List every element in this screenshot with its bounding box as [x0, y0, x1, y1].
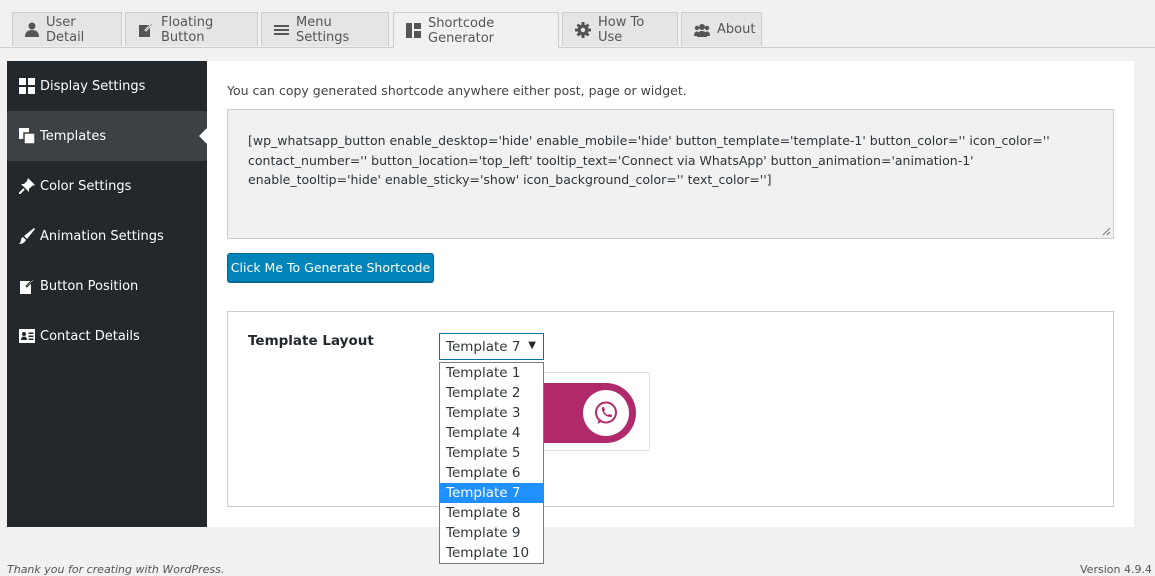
- grid-icon: [19, 78, 35, 94]
- option-template-6[interactable]: Template 6: [440, 463, 543, 483]
- tab-about[interactable]: About: [681, 12, 762, 46]
- sidebar: Display Settings Templates Color Setting…: [7, 61, 207, 527]
- sidebar-item-contact-details[interactable]: Contact Details: [7, 311, 207, 361]
- tab-shortcode-generator[interactable]: Shortcode Generator: [393, 12, 559, 48]
- users-icon: [694, 23, 710, 37]
- pin-icon: [19, 178, 35, 194]
- tab-label: Menu Settings: [296, 14, 350, 45]
- top-tab-bar: User Detail Floating Button Menu Setting…: [0, 0, 1155, 48]
- tab-label: Shortcode Generator: [428, 15, 495, 46]
- resize-grip-icon[interactable]: [1102, 227, 1111, 236]
- tab-label: How To Use: [598, 14, 645, 45]
- option-template-5[interactable]: Template 5: [440, 443, 543, 463]
- main-panel: You can copy generated shortcode anywher…: [207, 61, 1134, 527]
- sidebar-item-color-settings[interactable]: Color Settings: [7, 161, 207, 211]
- select-value: Template 7: [446, 338, 521, 355]
- copy-icon: [19, 128, 35, 144]
- sidebar-item-label: Contact Details: [40, 328, 140, 344]
- option-template-2[interactable]: Template 2: [440, 383, 543, 403]
- whatsapp-icon: [583, 390, 629, 436]
- template-layout-section: Template Layout PP: [227, 311, 1114, 507]
- sidebar-item-label: Animation Settings: [40, 228, 164, 244]
- tab-floating-button[interactable]: Floating Button: [125, 12, 258, 46]
- generate-shortcode-button[interactable]: Click Me To Generate Shortcode: [227, 253, 434, 282]
- option-template-8[interactable]: Template 8: [440, 503, 543, 523]
- tab-label: User Detail: [46, 14, 85, 45]
- option-template-3[interactable]: Template 3: [440, 403, 543, 423]
- gear-icon: [575, 21, 591, 38]
- option-template-4[interactable]: Template 4: [440, 423, 543, 443]
- template-options-list: Template 1 Template 2 Template 3 Templat…: [439, 362, 544, 564]
- user-icon: [25, 22, 39, 37]
- option-template-7[interactable]: Template 7: [440, 483, 543, 503]
- option-template-1[interactable]: Template 1: [440, 363, 543, 383]
- sidebar-item-button-position[interactable]: Button Position: [7, 261, 207, 311]
- id-card-icon: [19, 329, 35, 343]
- shortcode-textarea[interactable]: [wp_whatsapp_button enable_desktop='hide…: [227, 109, 1114, 239]
- brush-icon: [19, 228, 35, 244]
- sidebar-item-display-settings[interactable]: Display Settings: [7, 61, 207, 111]
- shortcode-text: [wp_whatsapp_button enable_desktop='hide…: [248, 133, 1050, 187]
- tab-label: Floating Button: [161, 14, 214, 45]
- template-select[interactable]: Template 7 ▼: [439, 333, 544, 360]
- menu-icon: [274, 24, 289, 36]
- sidebar-item-animation-settings[interactable]: Animation Settings: [7, 211, 207, 261]
- layout-icon: [406, 23, 421, 38]
- template-layout-label: Template Layout: [248, 333, 374, 349]
- edit-icon: [138, 21, 154, 38]
- intro-text: You can copy generated shortcode anywher…: [227, 83, 687, 98]
- sidebar-item-templates[interactable]: Templates: [7, 111, 207, 161]
- edit-icon: [19, 278, 35, 294]
- tab-how-to-use[interactable]: How To Use: [562, 12, 678, 46]
- tab-label: About: [717, 22, 756, 37]
- option-template-9[interactable]: Template 9: [440, 523, 543, 543]
- sidebar-item-label: Color Settings: [40, 178, 132, 194]
- sidebar-item-label: Display Settings: [40, 78, 146, 94]
- option-template-10[interactable]: Template 10: [440, 543, 543, 563]
- sidebar-item-label: Templates: [40, 128, 107, 144]
- caret-down-icon: ▼: [528, 340, 536, 351]
- tab-menu-settings[interactable]: Menu Settings: [261, 12, 389, 46]
- sidebar-item-label: Button Position: [40, 278, 139, 294]
- tab-user-detail[interactable]: User Detail: [12, 12, 122, 46]
